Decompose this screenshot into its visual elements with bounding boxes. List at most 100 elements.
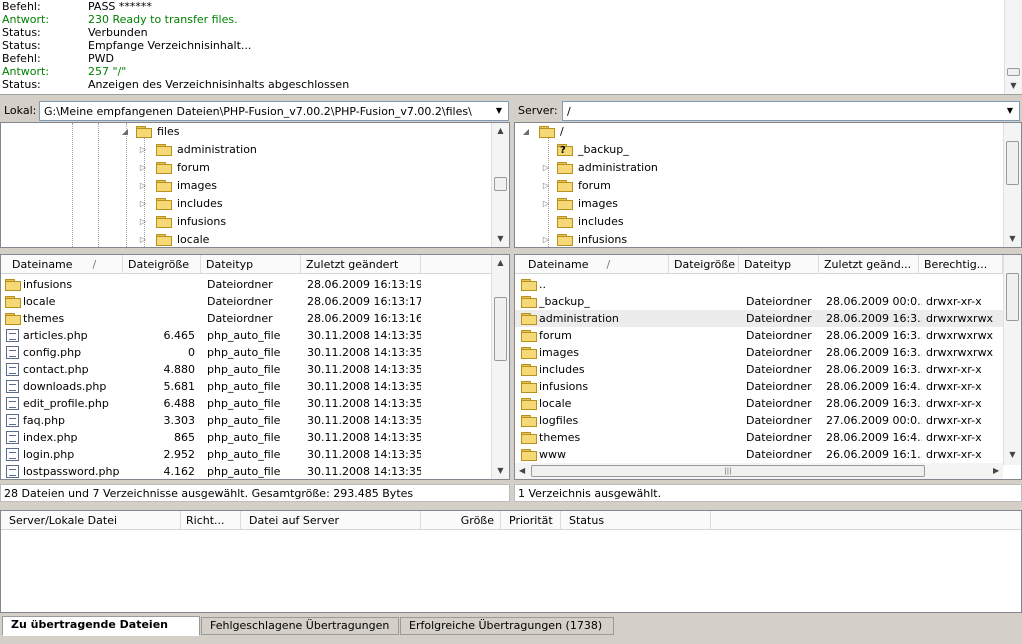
column-header-size[interactable]: Größe (421, 511, 501, 530)
column-header-priority[interactable]: Priorität (501, 511, 561, 530)
table-row[interactable]: themes Dateiordner 28.06.2009 16:13:16 (1, 310, 491, 327)
tree-item-forum[interactable]: ▷ forum (541, 177, 741, 195)
scroll-down-icon[interactable]: ▼ (1004, 447, 1021, 463)
column-header-type[interactable]: Dateityp (739, 255, 819, 274)
scroll-down-icon[interactable]: ▼ (492, 463, 509, 479)
expanded-arrow-icon[interactable]: ◢ (120, 123, 130, 141)
tab-successful-transfers[interactable]: Erfolgreiche Übertragungen (1738) (400, 617, 614, 635)
table-row[interactable]: locale Dateiordner 28.06.2009 16:13:17 (1, 293, 491, 310)
tree-item-root[interactable]: ◢ / (521, 123, 721, 141)
tab-queued-files[interactable]: Zu übertragende Dateien (2, 616, 200, 636)
tree-item-locale[interactable]: ▷ locale (138, 231, 338, 247)
column-header-type[interactable]: Dateityp (201, 255, 301, 274)
column-header-status[interactable]: Status (561, 511, 711, 530)
collapsed-arrow-icon[interactable]: ▷ (138, 231, 148, 247)
cell-type: Dateiordner (746, 363, 812, 376)
remote-tree-scrollbar[interactable]: ▼ (1003, 123, 1021, 247)
table-row[interactable]: lostpassword.php 4.162 php_auto_file 30.11.… (1, 463, 491, 479)
table-row[interactable]: logfiles Dateiordner 27.06.2009 00:0... drw… (515, 412, 1003, 429)
chevron-down-icon[interactable]: ▼ (1003, 104, 1017, 118)
table-row[interactable]: .. (515, 276, 1003, 293)
table-row[interactable]: locale Dateiordner 28.06.2009 16:3... drwxr… (515, 395, 1003, 412)
log-scrollbar[interactable]: ▼ (1004, 0, 1022, 94)
collapsed-arrow-icon[interactable]: ▷ (138, 177, 148, 195)
collapsed-arrow-icon[interactable]: ▷ (541, 159, 551, 177)
local-path-input[interactable]: G:\Meine empfangenen Dateien\PHP-Fusion_… (39, 101, 509, 121)
tree-item-backup[interactable]: ? _backup_ (541, 141, 741, 159)
table-row[interactable]: forum Dateiordner 28.06.2009 16:3... drwxrw… (515, 327, 1003, 344)
tree-item-administration[interactable]: ▷ administration (541, 159, 741, 177)
tree-item-files[interactable]: ◢ files (120, 123, 320, 141)
table-row[interactable]: infusions Dateiordner 28.06.2009 16:4... dr… (515, 378, 1003, 395)
collapsed-arrow-icon[interactable]: ▷ (541, 231, 551, 247)
scroll-thumb[interactable]: ||| (531, 465, 925, 477)
scroll-down-icon[interactable]: ▼ (492, 231, 509, 247)
table-row[interactable]: downloads.php 5.681 php_auto_file 30.11.200… (1, 378, 491, 395)
tree-item-images[interactable]: ▷ images (541, 195, 741, 213)
column-header-modified[interactable]: Zuletzt geändert (301, 255, 421, 274)
column-header-local-file[interactable]: Server/Lokale Datei (1, 511, 181, 530)
remote-list-hscrollbar[interactable]: ◀ ||| ▶ (515, 463, 1003, 479)
column-header-remote-file[interactable]: Datei auf Server (241, 511, 421, 530)
tree-item-includes[interactable]: ▷ includes (138, 195, 338, 213)
table-row[interactable]: index.php 865 php_auto_file 30.11.2008 14:1… (1, 429, 491, 446)
scroll-up-icon[interactable]: ▲ (492, 255, 509, 271)
scroll-thumb[interactable] (1007, 68, 1020, 76)
column-header-name[interactable]: Dateiname / (515, 255, 669, 274)
scroll-thumb[interactable] (1006, 141, 1019, 185)
table-row[interactable]: administration Dateiordner 28.06.2009 16:3… (515, 310, 1003, 327)
tab-failed-transfers[interactable]: Fehlgeschlagene Übertragungen (201, 617, 399, 635)
tree-item-images[interactable]: ▷ images (138, 177, 338, 195)
table-row[interactable]: www Dateiordner 26.06.2009 16:1... drwxr-xr… (515, 446, 1003, 463)
table-row[interactable]: articles.php 6.465 php_auto_file 30.11.2008… (1, 327, 491, 344)
table-row[interactable]: faq.php 3.303 php_auto_file 30.11.2008 14:1… (1, 412, 491, 429)
scroll-down-icon[interactable]: ▼ (1004, 231, 1021, 247)
table-row[interactable]: includes Dateiordner 28.06.2009 16:3... drw… (515, 361, 1003, 378)
table-row[interactable]: infusions Dateiordner 28.06.2009 16:13:19 (1, 276, 491, 293)
table-row[interactable]: contact.php 4.880 php_auto_file 30.11.2008 … (1, 361, 491, 378)
local-tree-scrollbar[interactable]: ▲ ▼ (491, 123, 509, 247)
transfer-queue[interactable]: Server/Lokale Datei Richt... Datei auf S… (0, 510, 1022, 613)
table-row[interactable]: config.php 0 php_auto_file 30.11.2008 14:13… (1, 344, 491, 361)
remote-file-list[interactable]: Dateiname / Dateigröße Dateityp Zuletzt g… (514, 254, 1022, 480)
local-tree[interactable]: ◢ files ▷ administration ▷ forum ▷ image… (0, 122, 510, 248)
tree-item-administration[interactable]: ▷ administration (138, 141, 338, 159)
column-header-direction[interactable]: Richt... (181, 511, 241, 530)
tree-item-infusions[interactable]: ▷ infusions (541, 231, 741, 247)
scroll-up-icon[interactable]: ▲ (492, 123, 509, 139)
collapsed-arrow-icon[interactable]: ▷ (138, 195, 148, 213)
tree-item-includes[interactable]: includes (541, 213, 741, 231)
chevron-down-icon[interactable]: ▼ (492, 104, 506, 118)
table-row[interactable]: edit_profile.php 6.488 php_auto_file 30.11.… (1, 395, 491, 412)
collapsed-arrow-icon[interactable]: ▷ (138, 213, 148, 231)
tree-item-forum[interactable]: ▷ forum (138, 159, 338, 177)
scroll-right-icon[interactable]: ▶ (993, 463, 999, 479)
scroll-left-icon[interactable]: ◀ (519, 463, 525, 479)
table-row[interactable]: login.php 2.952 php_auto_file 30.11.2008 14… (1, 446, 491, 463)
column-header-permissions[interactable]: Berechtig... (919, 255, 1003, 274)
scroll-thumb[interactable] (494, 297, 507, 361)
collapsed-arrow-icon[interactable]: ▷ (138, 159, 148, 177)
collapsed-arrow-icon[interactable]: ▷ (138, 141, 148, 159)
expanded-arrow-icon[interactable]: ◢ (521, 123, 531, 141)
remote-tree[interactable]: ◢ / ? _backup_ ▷ administration ▷ forum … (514, 122, 1022, 248)
local-list-scrollbar[interactable]: ▲ ▼ (491, 255, 509, 479)
collapsed-arrow-icon[interactable]: ▷ (541, 195, 551, 213)
remote-list-scrollbar[interactable]: ▼ (1003, 255, 1021, 465)
message-log[interactable]: Befehl: PASS ****** Antwort: 230 Ready to … (0, 0, 1022, 95)
table-row[interactable]: images Dateiordner 28.06.2009 16:3... drwxr… (515, 344, 1003, 361)
scroll-down-icon[interactable]: ▼ (1005, 78, 1022, 94)
scroll-thumb[interactable] (1006, 273, 1019, 321)
remote-path-input[interactable]: / ▼ (562, 101, 1020, 121)
scroll-thumb[interactable] (494, 177, 507, 191)
column-header-size[interactable]: Dateigröße (123, 255, 201, 274)
column-header-name[interactable]: Dateiname / (1, 255, 123, 274)
column-header-size[interactable]: Dateigröße (669, 255, 739, 274)
collapsed-arrow-icon[interactable]: ▷ (541, 177, 551, 195)
local-path-bar: Lokal: G:\Meine empfangenen Dateien\PHP-… (0, 100, 510, 122)
table-row[interactable]: _backup_ Dateiordner 28.06.2009 00:0... drw… (515, 293, 1003, 310)
tree-item-infusions[interactable]: ▷ infusions (138, 213, 338, 231)
column-header-modified[interactable]: Zuletzt geänd... (819, 255, 919, 274)
table-row[interactable]: themes Dateiordner 28.06.2009 16:4... drwxr… (515, 429, 1003, 446)
local-file-list[interactable]: Dateiname / Dateigröße Dateityp Zuletzt g… (0, 254, 510, 480)
